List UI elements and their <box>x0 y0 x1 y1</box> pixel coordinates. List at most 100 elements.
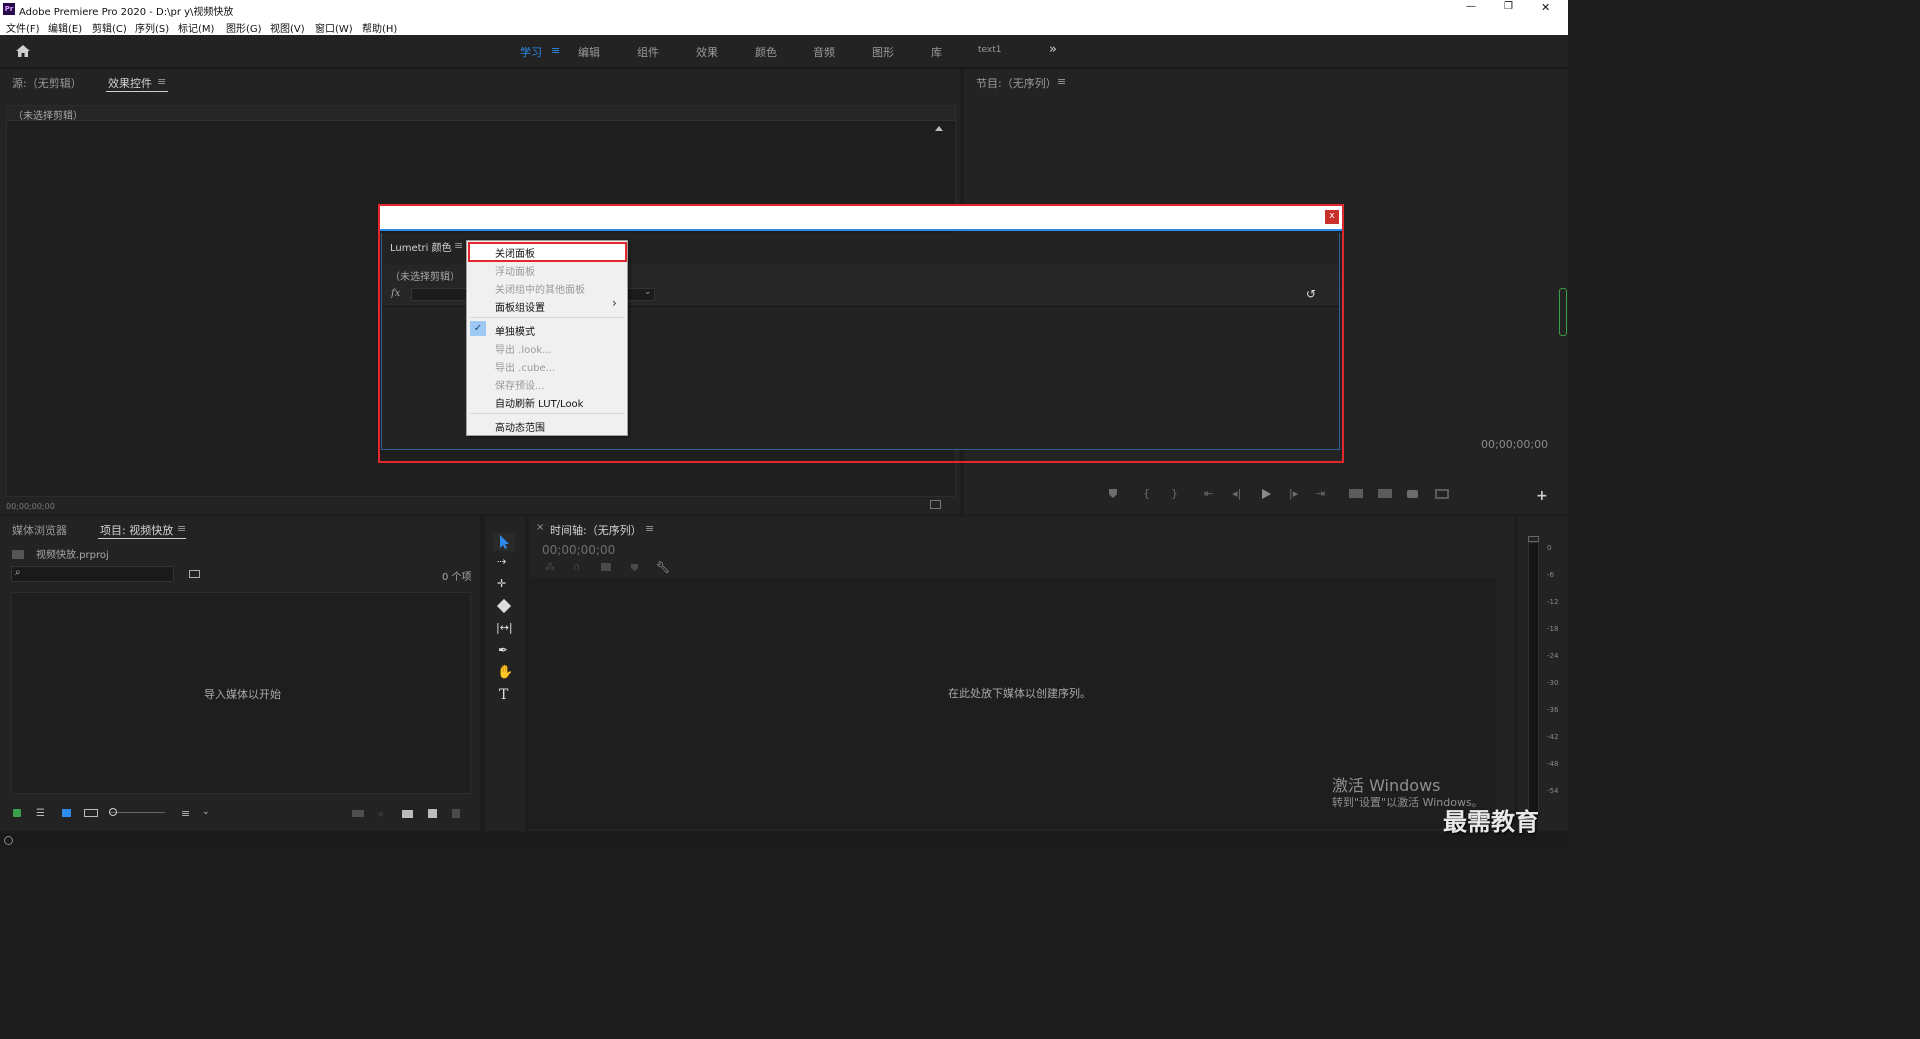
menu-item-save-preset[interactable]: 保存预设... <box>495 377 545 392</box>
workspace-menu-icon[interactable]: ≡ <box>551 44 560 57</box>
new-search-bin-icon[interactable] <box>189 570 200 578</box>
tab-media-browser[interactable]: 媒体浏览器 <box>12 522 67 538</box>
new-item-icon[interactable] <box>428 809 437 818</box>
comparison-view-icon[interactable] <box>1435 489 1449 499</box>
panel-scroll-indicator[interactable] <box>1559 288 1567 336</box>
menu-item-hdr[interactable]: 高动态范围 <box>495 419 545 434</box>
menu-edit[interactable]: 编辑(E) <box>48 20 82 35</box>
nest-icon[interactable]: ⁂ <box>545 562 555 573</box>
meter-solo-icon[interactable] <box>1528 536 1539 542</box>
workspace-tab-learn[interactable]: 学习 <box>520 44 542 60</box>
timeline-marker-icon[interactable] <box>631 564 638 571</box>
minimize-button[interactable]: — <box>1466 1 1476 12</box>
menu-item-close-panel[interactable]: 关闭面板 <box>495 245 535 260</box>
go-to-in-icon[interactable]: ⇤ <box>1204 487 1213 500</box>
home-icon[interactable] <box>15 44 31 58</box>
slip-tool-icon[interactable]: |↔| <box>496 621 513 634</box>
zoom-slider[interactable] <box>110 812 165 813</box>
find-icon[interactable]: ⌕ <box>378 807 384 821</box>
tab-underline <box>98 538 186 539</box>
linked-select-icon[interactable] <box>601 563 611 571</box>
tab-effect-controls[interactable]: 效果控件 <box>108 75 152 91</box>
zoom-slider-handle[interactable] <box>109 808 117 816</box>
menu-item-export-look[interactable]: 导出 .look... <box>495 341 552 356</box>
menu-clip[interactable]: 剪辑(C) <box>92 20 127 35</box>
go-to-out-icon[interactable]: ⇥ <box>1316 487 1325 500</box>
menu-item-solo-mode[interactable]: 单独模式 <box>495 323 535 338</box>
workspace-tab-text1[interactable]: text1 <box>978 45 1002 55</box>
lumetri-menu-icon[interactable]: ≡ <box>454 239 463 252</box>
workspace-tab-color[interactable]: 颜色 <box>755 44 777 60</box>
menu-graphics[interactable]: 图形(G) <box>226 20 262 35</box>
menu-help[interactable]: 帮助(H) <box>362 20 397 35</box>
ripple-edit-tool-icon[interactable]: ✛ <box>497 577 506 590</box>
menu-item-close-others[interactable]: 关闭组中的其他面板 <box>495 281 585 296</box>
selection-tool-icon[interactable] <box>493 533 515 551</box>
menu-file[interactable]: 文件(F) <box>6 20 40 35</box>
extract-icon[interactable] <box>1378 489 1392 498</box>
workspace-tab-audio[interactable]: 音频 <box>813 44 835 60</box>
type-tool-icon[interactable]: T <box>499 687 508 703</box>
export-frame-icon[interactable] <box>930 500 941 509</box>
workspace-tab-library[interactable]: 库 <box>931 44 942 60</box>
status-icon[interactable] <box>4 836 13 845</box>
workspace-tab-assembly[interactable]: 组件 <box>637 44 659 60</box>
program-menu-icon[interactable]: ≡ <box>1057 75 1066 88</box>
tab-lumetri-color[interactable]: Lumetri 颜色 <box>390 239 452 254</box>
tab-program[interactable]: 节目:（无序列） <box>976 75 1057 91</box>
tab-source[interactable]: 源:（无剪辑） <box>12 75 82 91</box>
lift-icon[interactable] <box>1349 489 1363 498</box>
icon-view-icon[interactable] <box>62 809 71 817</box>
mark-out-icon[interactable]: } <box>1171 487 1178 500</box>
project-search-input[interactable]: ⌕ <box>11 566 174 582</box>
track-select-tool-icon[interactable]: ⇢ <box>497 555 506 568</box>
add-button-icon[interactable]: + <box>1536 488 1548 504</box>
close-window-button[interactable]: ✕ <box>1541 1 1550 14</box>
project-bin-area[interactable]: 导入媒体以开始 <box>11 592 471 794</box>
snap-icon[interactable]: ∩ <box>573 562 580 573</box>
menu-sequence[interactable]: 序列(S) <box>135 20 169 35</box>
lock-icon[interactable] <box>13 809 21 817</box>
workspace-tab-graphics[interactable]: 图形 <box>872 44 894 60</box>
tab-project[interactable]: 项目: 视频快放 <box>100 522 173 538</box>
sort-icon[interactable]: ≡ <box>181 807 190 820</box>
razor-tool-icon[interactable] <box>496 598 512 614</box>
freeform-view-icon[interactable] <box>84 809 98 817</box>
trash-icon[interactable] <box>452 809 460 818</box>
tab-timeline[interactable]: 时间轴:（无序列） <box>550 522 642 538</box>
effect-controls-subheader: （未选择剪辑） <box>7 106 955 122</box>
new-bin-icon[interactable] <box>402 810 413 818</box>
menu-separator <box>470 413 625 414</box>
step-forward-icon[interactable]: |▸ <box>1289 487 1298 500</box>
step-back-icon[interactable]: ◂| <box>1232 487 1241 500</box>
menu-item-auto-refresh-lut[interactable]: 自动刷新 LUT/Look <box>495 395 583 410</box>
scroll-up-icon[interactable] <box>935 126 943 131</box>
workspace-more-icon[interactable]: » <box>1049 42 1057 57</box>
automate-icon[interactable] <box>352 810 364 817</box>
list-view-icon[interactable]: ☰ <box>36 808 45 819</box>
close-timeline-icon[interactable]: × <box>536 522 544 533</box>
menu-marker[interactable]: 标记(M) <box>178 20 214 35</box>
hand-tool-icon[interactable]: ✋ <box>497 665 513 680</box>
restore-button[interactable]: ❐ <box>1504 1 1513 12</box>
reset-icon[interactable]: ↺ <box>1306 287 1316 301</box>
menu-window[interactable]: 窗口(W) <box>315 20 353 35</box>
menu-item-float-panel[interactable]: 浮动面板 <box>495 263 535 278</box>
workspace-tab-effects[interactable]: 效果 <box>696 44 718 60</box>
project-menu-icon[interactable]: ≡ <box>177 522 186 535</box>
chevron-down-icon: ⌄ <box>644 287 652 297</box>
add-marker-icon[interactable] <box>1109 489 1117 498</box>
chevron-down-icon[interactable]: ⌄ <box>202 807 210 817</box>
effect-controls-menu-icon[interactable]: ≡ <box>157 75 166 88</box>
pen-tool-icon[interactable]: ✒ <box>498 643 508 657</box>
play-icon[interactable] <box>1262 489 1271 499</box>
workspace-tab-edit[interactable]: 编辑 <box>578 44 600 60</box>
camera-icon[interactable] <box>1407 490 1418 498</box>
wrench-icon[interactable]: 🔧︎ <box>656 561 670 574</box>
floating-close-button[interactable]: x <box>1325 210 1339 224</box>
mark-in-icon[interactable]: { <box>1143 487 1150 500</box>
menu-item-panel-group-settings[interactable]: 面板组设置 <box>495 299 545 314</box>
menu-item-export-cube[interactable]: 导出 .cube... <box>495 359 555 374</box>
menu-view[interactable]: 视图(V) <box>270 20 305 35</box>
timeline-menu-icon[interactable]: ≡ <box>645 522 654 535</box>
